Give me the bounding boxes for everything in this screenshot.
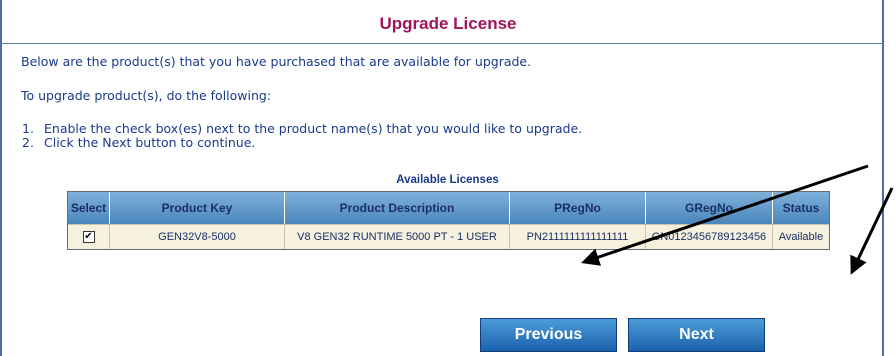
annotation-arrow	[581, 164, 869, 266]
annotation-arrows	[581, 164, 894, 275]
annotation-arrow	[850, 187, 894, 275]
